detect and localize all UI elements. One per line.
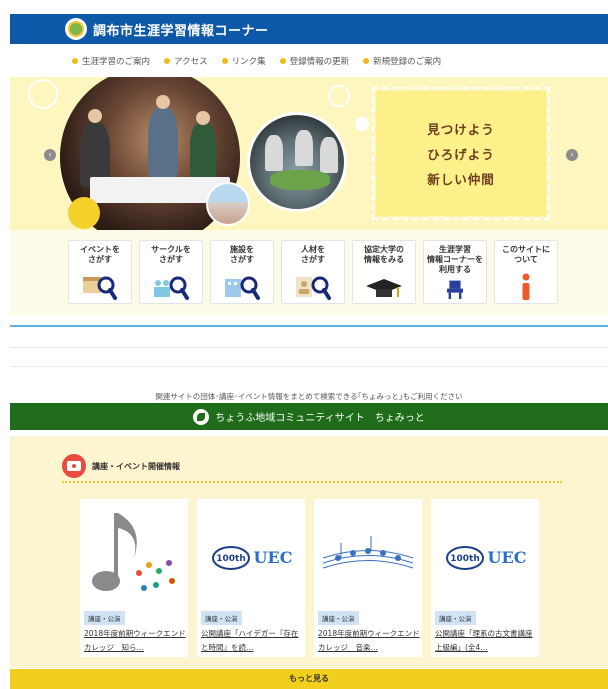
svg-text:UEC: UEC [254,548,293,567]
category-badge: 講座・公演 [318,611,359,625]
slogan-box: 見つけよう ひろげよう 新しい仲間 [372,87,550,220]
people-search-icon [154,276,189,300]
event-card[interactable]: 講座・公演 2018年度前期ウィークエンドカレッジ 音楽… [314,499,422,657]
svg-text:100th: 100th [216,554,246,564]
chair-icon [447,280,463,299]
nav-item-guide[interactable]: 生涯学習のご案内 [72,55,150,67]
nav-item-access[interactable]: アクセス [164,55,208,67]
slider-next-button[interactable]: › [566,149,578,161]
category-menu: イベントを さがす サークルを さがす 施設を さがす 人材を さがす 協定大学の 情報を… [10,230,608,315]
related-site-notice: 関連サイトの団体･講座･イベント情報をまとめて検索できる｢ちょみっと｣もご利用く… [155,392,463,401]
slogan-line: ひろげよう [427,147,495,162]
cooking-class-photo [247,112,347,212]
more-button[interactable]: もっと見る [10,669,608,689]
graduation-cap-icon [366,279,402,297]
category-event-search[interactable]: イベントを さがす [68,240,132,304]
dotted-divider [62,481,562,483]
leaf-icon [193,408,210,425]
nav-item-register[interactable]: 新規登録のご案内 [363,55,441,67]
building-search-icon [225,276,260,300]
category-person-search[interactable]: 人材を さがす [281,240,345,304]
divider [10,347,608,348]
calendar-search-icon [83,276,117,300]
site-header: 調布市生涯学習情報コーナー [10,14,608,44]
section-title: 講座・イベント開催情報 [92,461,180,471]
category-badge: 講座・公演 [201,611,242,625]
decorative-circle [28,79,58,109]
svg-text:UEC: UEC [488,548,527,567]
music-notes-image [92,513,175,591]
bullet-icon [72,58,78,64]
divider [10,366,608,367]
uec-100th-logo: 100th UEC [212,546,293,570]
event-title-link[interactable]: 2018年度前期ウィークエンドカレッジ 音楽… [318,627,420,655]
chomitto-banner-label: ちょうふ地域コミュニティサイト ちょみっと [215,413,425,424]
info-icon [522,273,530,300]
event-title-link[interactable]: 公開講座「ハイデガー『存在と時間』を読… [201,627,303,655]
event-card[interactable]: 100th UEC 講座・公演 公開講座「ハイデガー『存在と時間』を読… [197,499,305,657]
category-badge: 講座・公演 [435,611,476,625]
bullet-icon [164,58,171,64]
nav-item-links[interactable]: リンク集 [221,55,266,67]
building-photo [206,182,250,226]
category-facility-search[interactable]: 施設を さがす [210,240,274,304]
decorative-circle [355,117,369,131]
uec-100th-logo: 100th UEC [446,546,527,570]
category-badge: 講座・公演 [84,611,125,625]
top-nav: 生涯学習のご案内 アクセス リンク集 登録情報の更新 新規登録のご案内 [72,55,441,67]
category-about-site[interactable]: このサイトに ついて [494,240,558,304]
decorative-circle [68,197,100,229]
category-circle-search[interactable]: サークルを さがす [139,240,203,304]
event-card[interactable]: 講座・公演 2018年度前期ウィークエンドカレッジ 知ら… [80,499,188,657]
nav-item-update[interactable]: 登録情報の更新 [279,55,349,67]
slogan-line: 新しい仲間 [427,172,495,187]
divider [10,325,608,327]
hero-slider: 見つけよう ひろげよう 新しい仲間 ‹ › [10,77,608,230]
event-title-link[interactable]: 2018年度前期ウィークエンドカレッジ 知ら… [84,627,186,655]
event-title-link[interactable]: 公開講座「理系の古文書講座上級編」(全4… [435,627,537,655]
category-university-info[interactable]: 協定大学の 情報をみる [352,240,416,304]
site-title[interactable]: 調布市生涯学習情報コーナー [93,20,269,39]
decorative-circle [328,85,350,107]
music-score-image [322,536,414,569]
slogan-line: 見つけよう [427,122,495,137]
svg-text:100th: 100th [450,554,480,564]
person-search-icon [296,276,331,300]
chomitto-banner-link[interactable]: ちょうふ地域コミュニティサイト ちょみっと [10,403,608,430]
category-corner-use[interactable]: 生涯学習 情報コーナーを 利用する [423,240,487,304]
city-logo-icon[interactable] [65,18,87,40]
bullet-icon [363,58,370,64]
bullet-icon [221,58,228,64]
event-card[interactable]: 100th UEC 講座・公演 公開講座「理系の古文書講座上級編」(全4… [431,499,539,657]
bullet-icon [279,58,286,64]
events-section: 講座・イベント開催情報 講座・公演 2018年度前期ウィークエンドカレッジ 知ら… [10,436,608,668]
slider-prev-button[interactable]: ‹ [44,149,56,161]
camera-icon [62,454,86,478]
